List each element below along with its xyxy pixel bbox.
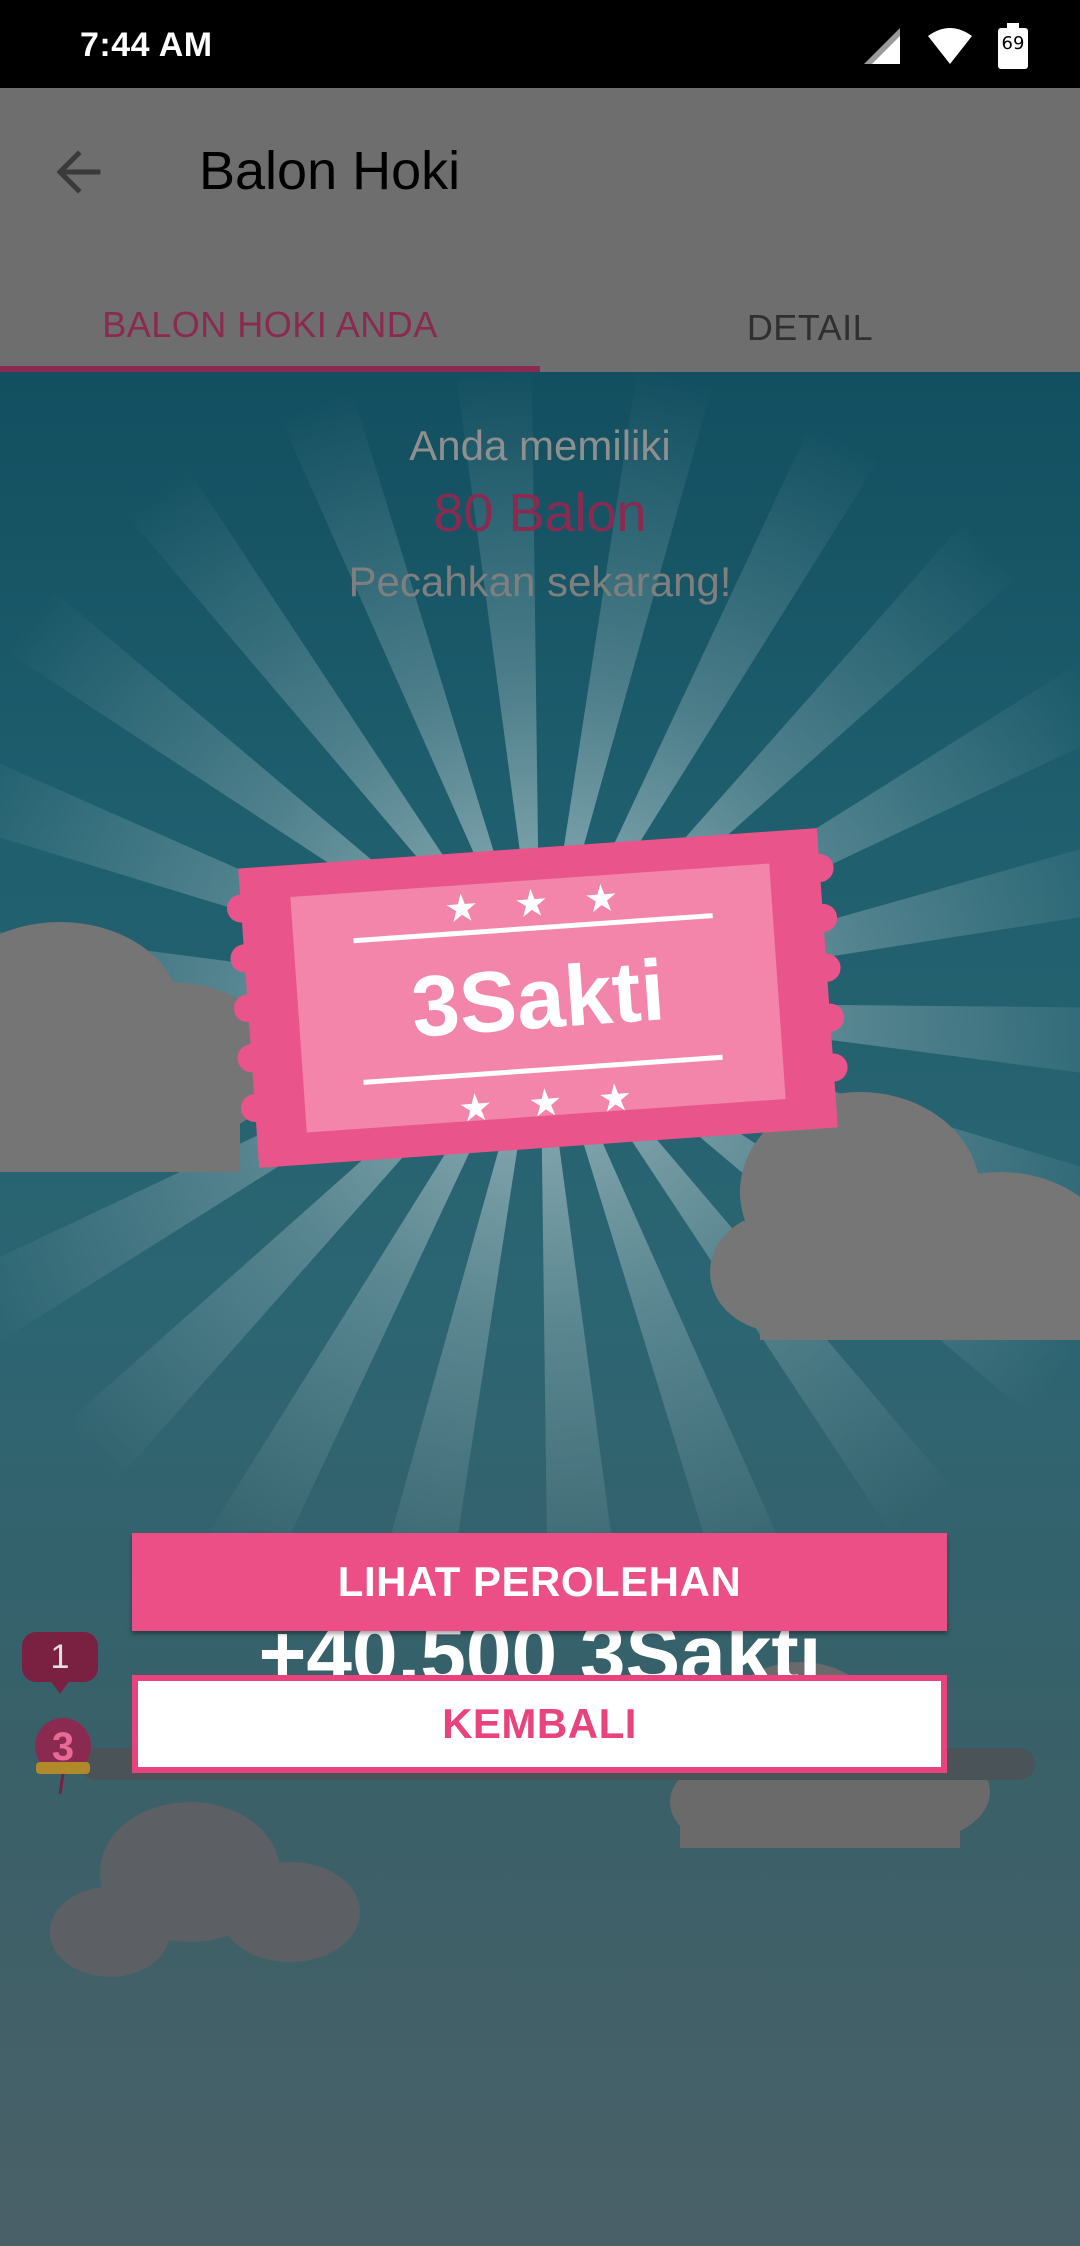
scene-background: ★ ★ ★ ★ ★ ★ 3Sakti bbox=[0, 372, 1080, 1977]
balloon-count: 80 Balon bbox=[433, 483, 647, 543]
svg-text:★: ★ bbox=[443, 885, 480, 931]
page-title: Balon Hoki bbox=[199, 141, 461, 201]
signal-icon bbox=[864, 28, 900, 64]
lihat-perolehan-button[interactable]: LIHAT PEROLEHAN bbox=[132, 1533, 947, 1631]
status-time: 7:44 AM bbox=[80, 26, 213, 64]
svg-text:★: ★ bbox=[583, 875, 620, 921]
battery-level: 69 bbox=[1001, 33, 1025, 54]
app-bar: Balon Hoki BALON HOKI ANDA DETAIL bbox=[0, 88, 1080, 372]
intro-text: Anda memiliki bbox=[409, 422, 671, 469]
tab-balon-hoki-anda[interactable]: BALON HOKI ANDA bbox=[0, 284, 540, 372]
notification-count: 1 bbox=[50, 1638, 70, 1676]
tab-detail[interactable]: DETAIL bbox=[540, 284, 1080, 372]
ticket-label: 3Sakti bbox=[408, 942, 667, 1055]
svg-text:★: ★ bbox=[597, 1075, 634, 1121]
battery-icon: 69 bbox=[998, 23, 1028, 69]
kembali-button[interactable]: KEMBALI bbox=[132, 1675, 947, 1773]
balon-hoki-logo-icon[interactable]: 3 bbox=[30, 1716, 96, 1796]
reward-scene: ★ ★ ★ ★ ★ ★ 3Sakti Anda memiliki 80 Balo… bbox=[0, 372, 1080, 2246]
ticket-3sakti: ★ ★ ★ ★ ★ ★ 3Sakti bbox=[227, 828, 848, 1168]
back-arrow-icon[interactable] bbox=[48, 142, 108, 202]
svg-text:★: ★ bbox=[457, 1084, 494, 1130]
svg-text:★: ★ bbox=[527, 1080, 564, 1126]
intro-cta-text: Pecahkan sekarang! bbox=[348, 558, 732, 605]
svg-text:★: ★ bbox=[513, 880, 550, 926]
status-icons: 69 bbox=[862, 22, 1028, 70]
wifi-icon bbox=[928, 28, 972, 64]
status-bar: 7:44 AM 69 bbox=[0, 0, 1080, 88]
tab-bar: BALON HOKI ANDA DETAIL bbox=[0, 284, 1080, 372]
